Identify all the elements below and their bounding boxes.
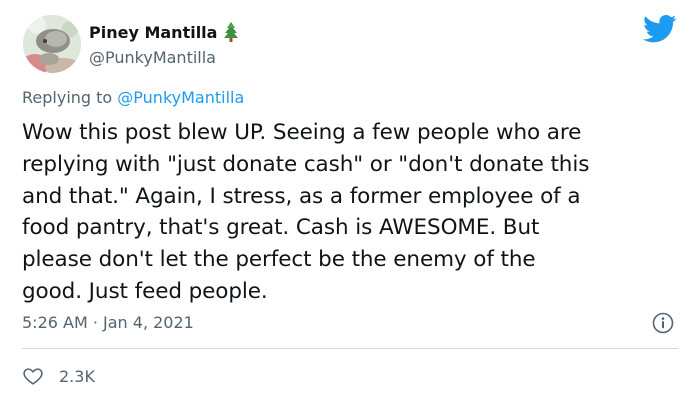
evergreen-tree-icon <box>223 22 239 42</box>
heart-icon[interactable] <box>22 365 44 387</box>
display-name[interactable]: Piney Mantilla <box>89 23 217 42</box>
tweet-text-line: replying with "just donate cash" or "don… <box>22 151 590 177</box>
replying-to: Replying to @PunkyMantilla <box>22 88 244 107</box>
tweet-text-line: food pantry, that's great. Cash is AWESO… <box>22 215 540 241</box>
tweet-timestamp[interactable]: 5:26 AM · Jan 4, 2021 <box>22 313 194 332</box>
tweet-text-line: good. Just feed people. <box>22 278 268 304</box>
divider <box>22 348 678 349</box>
author-handle[interactable]: @PunkyMantilla <box>89 48 216 67</box>
tweet-text: Wow this post blew UP. Seeing a few peop… <box>22 117 682 308</box>
tweet-card: Piney Mantilla @PunkyMantilla Replying t… <box>0 0 700 402</box>
reply-mention-link[interactable]: @PunkyMantilla <box>117 88 244 107</box>
twitter-bird-icon[interactable] <box>643 14 677 44</box>
avatar[interactable] <box>23 15 81 73</box>
like-count: 2.3K <box>59 366 95 386</box>
tweet-text-line: Wow this post blew UP. Seeing a few peop… <box>22 120 582 145</box>
info-icon[interactable] <box>652 312 674 334</box>
tweet-text-line: please don't let the perfect be the enem… <box>22 247 536 273</box>
tweet-text-line: and that." Again, I stress, as a former … <box>22 183 581 209</box>
replying-to-label: Replying to <box>22 88 113 107</box>
author-name-row[interactable]: Piney Mantilla <box>89 21 239 43</box>
like-button[interactable]: 2.3K <box>22 365 95 387</box>
